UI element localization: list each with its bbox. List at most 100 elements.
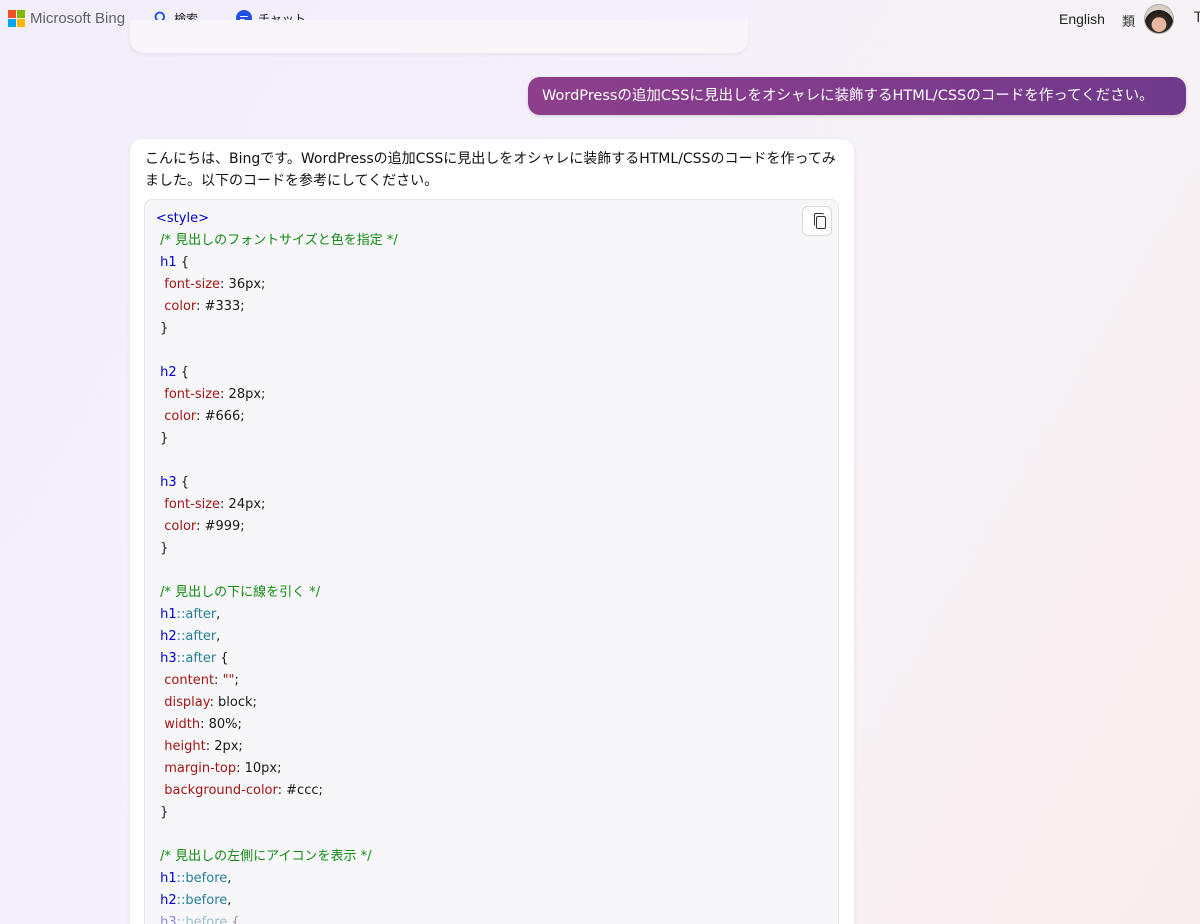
code-token: margin-top — [156, 761, 237, 776]
code-token: content — [156, 673, 215, 688]
code-line: } — [156, 538, 398, 560]
code-line: h2 { — [156, 362, 398, 384]
avatar[interactable] — [1144, 4, 1174, 34]
code-token: h2 — [156, 893, 177, 908]
code-line: h2::after, — [156, 626, 398, 648]
code-token: h1 — [156, 871, 177, 886]
code-line: color: #333; — [156, 296, 398, 318]
code-token: : 2px; — [205, 739, 243, 754]
code-token: font-size — [156, 387, 221, 402]
code-token: , — [216, 629, 221, 644]
code-line: h3::before { — [156, 912, 398, 924]
code-token: , — [227, 893, 232, 908]
code-line: font-size: 24px; — [156, 494, 398, 516]
code-token: : 80%; — [200, 717, 242, 732]
code-line: } — [156, 802, 398, 824]
brand-name: Microsoft Bing — [30, 10, 126, 27]
code-token: color — [156, 409, 197, 424]
code-token: } — [156, 805, 169, 820]
code-token: ::after — [176, 607, 217, 622]
code-line: width: 80%; — [156, 714, 398, 736]
code-line: font-size: 36px; — [156, 274, 398, 296]
code-token: { — [176, 365, 190, 380]
code-token: font-size — [156, 497, 221, 512]
code-token: "" — [222, 673, 235, 688]
code-token: : #666; — [196, 409, 245, 424]
code-line: color: #666; — [156, 406, 398, 428]
code-line: font-size: 28px; — [156, 384, 398, 406]
username[interactable]: 類 — [1122, 11, 1135, 30]
code-line: content: ""; — [156, 670, 398, 692]
copy-icon-front — [816, 216, 826, 229]
code-token: h3 — [156, 915, 177, 924]
code-token: { — [227, 915, 240, 924]
code-token: : 24px; — [220, 497, 266, 512]
copy-button[interactable] — [802, 206, 832, 236]
code-token: h3 — [156, 475, 177, 490]
code-token: color — [156, 519, 197, 534]
code-token: ::after — [176, 629, 217, 644]
code-token: { — [216, 651, 229, 666]
code-token: : block; — [209, 695, 257, 710]
code-token: ::before — [176, 871, 228, 886]
code-token: : 36px; — [220, 277, 266, 292]
microsoft-logo-icon — [8, 10, 25, 27]
code-line: height: 2px; — [156, 736, 398, 758]
code-token: ; — [234, 673, 239, 688]
code-line: display: block; — [156, 692, 398, 714]
code-token: font-size — [156, 277, 221, 292]
code-line: h1 { — [156, 252, 398, 274]
code-token: h1 — [156, 607, 177, 622]
code-line: } — [156, 428, 398, 450]
code-token: { — [176, 255, 190, 270]
language-switch[interactable]: English — [1059, 11, 1105, 27]
code-content: <style> /* 見出しのフォントサイズと色を指定 */ h1 { font… — [156, 208, 398, 924]
code-token: h1 — [156, 255, 177, 270]
code-line: color: #999; — [156, 516, 398, 538]
code-line: } — [156, 318, 398, 340]
code-token: width — [156, 717, 201, 732]
code-token: h2 — [156, 629, 177, 644]
code-token: : 10px; — [236, 761, 282, 776]
previous-message-card — [130, 20, 748, 53]
code-token: , — [227, 871, 232, 886]
user-message-bubble: WordPressの追加CSSに見出しをオシャレに装飾するHTML/CSSのコー… — [528, 77, 1186, 115]
code-token: : 28px; — [220, 387, 266, 402]
code-line: h3 { — [156, 472, 398, 494]
code-token: : #333; — [196, 299, 245, 314]
code-token: : #999; — [196, 519, 245, 534]
code-token: height — [156, 739, 206, 754]
code-token: h3 — [156, 651, 177, 666]
code-line: /* 見出しの下に線を引く */ — [156, 582, 398, 604]
code-line: h1::before, — [156, 868, 398, 890]
code-token: } — [156, 431, 169, 446]
code-line: /* 見出しのフォントサイズと色を指定 */ — [156, 230, 398, 252]
code-token: ::before — [176, 893, 228, 908]
bot-intro-text: こんにちは、Bingです。WordPressの追加CSSに見出しをオシャレに装飾… — [145, 151, 836, 189]
code-token: /* 見出しの下に線を引く */ — [156, 585, 321, 600]
code-block: <style> /* 見出しのフォントサイズと色を指定 */ h1 { font… — [144, 199, 839, 924]
code-token: /* 見出しのフォントサイズと色を指定 */ — [156, 233, 398, 248]
code-token: /* 見出しの左側にアイコンを表示 */ — [156, 849, 372, 864]
code-token: } — [156, 541, 169, 556]
code-token: color — [156, 299, 197, 314]
code-token: , — [216, 607, 221, 622]
code-line: h2::before, — [156, 890, 398, 912]
code-token: <style> — [156, 211, 209, 226]
code-token: : #ccc; — [277, 783, 323, 798]
code-token: : — [214, 673, 223, 688]
code-token: display — [156, 695, 210, 710]
code-line: margin-top: 10px; — [156, 758, 398, 780]
bot-response-card: こんにちは、Bingです。WordPressの追加CSSに見出しをオシャレに装飾… — [130, 139, 854, 924]
header-overflow-text[interactable]: T — [1194, 10, 1200, 26]
code-token: background-color — [156, 783, 278, 798]
code-line: h3::after { — [156, 648, 398, 670]
code-token: { — [176, 475, 190, 490]
code-line: <style> — [156, 208, 398, 230]
bing-logo[interactable]: Microsoft Bing — [8, 10, 125, 27]
code-line: /* 見出しの左側にアイコンを表示 */ — [156, 846, 398, 868]
